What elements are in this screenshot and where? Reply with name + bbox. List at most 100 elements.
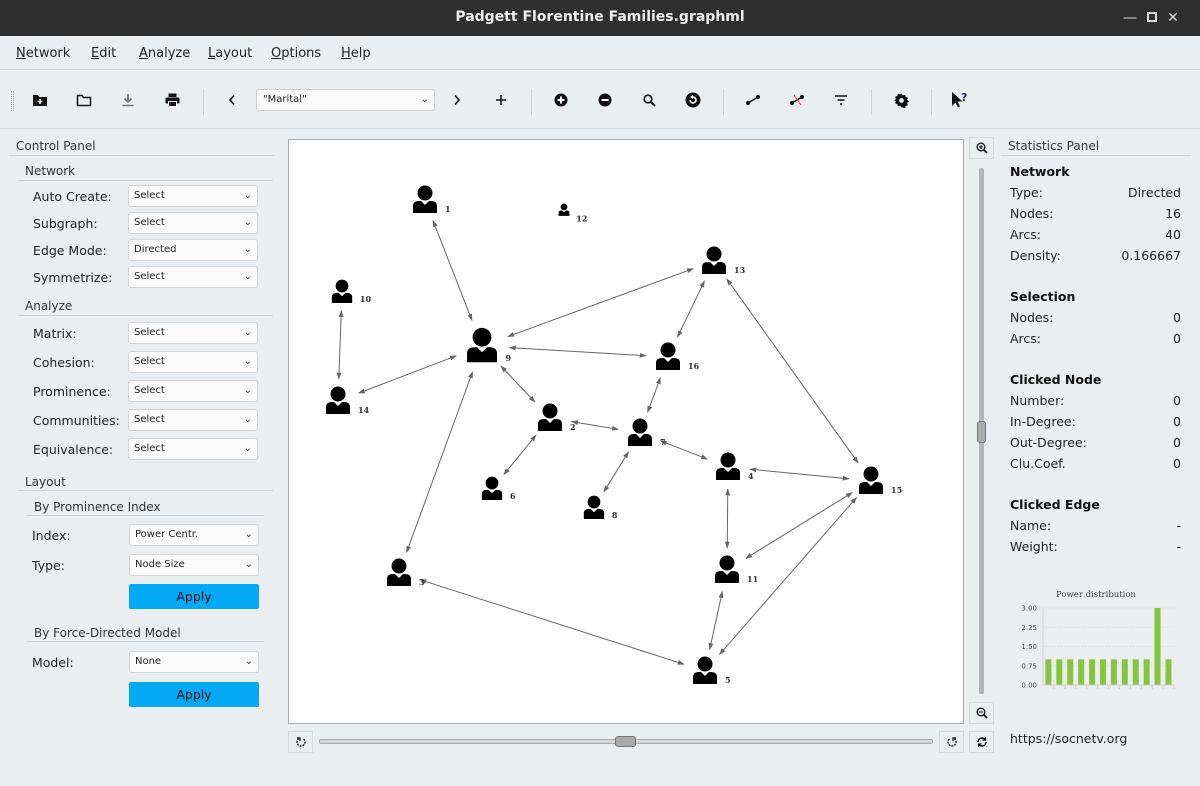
menu-analyze[interactable]: Analyze	[139, 46, 190, 61]
prominence-select[interactable]: Select ⌄	[128, 380, 258, 402]
reset-icon	[976, 737, 987, 747]
node-4[interactable]	[716, 452, 740, 481]
node-15[interactable]	[859, 466, 883, 495]
add-edge-button[interactable]	[740, 88, 766, 112]
equivalence-select[interactable]: Select ⌄	[128, 438, 258, 460]
zoom-out-button[interactable]	[592, 88, 618, 112]
whats-this-button[interactable]: ?	[947, 88, 973, 112]
node-label-7: 7	[660, 437, 666, 447]
filter-icon	[835, 95, 847, 105]
graph-canvas[interactable]: 1 2 3 4 5 6 7 8 9 10 11 12 13 14 15 16	[288, 139, 964, 724]
select-value: Node Size	[135, 559, 185, 570]
rotate-right-button[interactable]	[939, 731, 964, 753]
print-button[interactable]	[159, 88, 185, 112]
edge-7-4[interactable]	[659, 440, 709, 460]
previous-relation-button[interactable]	[219, 88, 245, 112]
edge-3-5[interactable]	[419, 579, 685, 665]
chart-bar	[1110, 659, 1117, 685]
edge-9-16[interactable]	[508, 345, 647, 358]
stat-density-value: 0.166667	[1121, 248, 1181, 263]
menu-help[interactable]: Help	[341, 46, 371, 61]
node-12[interactable]	[558, 203, 570, 216]
remove-edge-button[interactable]	[784, 88, 810, 112]
type-select[interactable]: Node Size ⌄	[129, 554, 259, 576]
node-1[interactable]	[413, 185, 437, 214]
edge-9-3[interactable]	[406, 371, 474, 553]
edge-13-16[interactable]	[677, 280, 705, 338]
node-13[interactable]	[702, 246, 726, 275]
node-3[interactable]	[387, 558, 411, 587]
node-label-9: 9	[506, 353, 512, 363]
select-value: Select	[134, 217, 165, 228]
open-button[interactable]	[71, 88, 97, 112]
matrix-select[interactable]: Select ⌄	[128, 322, 258, 344]
index-select[interactable]: Power Centr. ⌄	[129, 524, 259, 546]
edge-4-11[interactable]	[724, 488, 731, 549]
close-icon[interactable]: ✕	[1163, 8, 1183, 28]
add-relation-button[interactable]	[488, 88, 514, 112]
rotate-left-button[interactable]	[288, 731, 313, 753]
menu-layout[interactable]: Layout	[208, 46, 252, 61]
edge-2-6[interactable]	[503, 434, 537, 476]
menu-options[interactable]: Options	[271, 46, 321, 61]
zoom-in-button[interactable]	[548, 88, 574, 112]
save-button[interactable]	[115, 88, 141, 112]
node-14[interactable]	[326, 386, 350, 415]
node-7[interactable]	[628, 418, 652, 447]
reset-view-button[interactable]	[969, 731, 994, 753]
find-node-button[interactable]	[636, 88, 662, 112]
edge-11-5[interactable]	[708, 590, 724, 651]
edge-10-14[interactable]	[336, 309, 344, 380]
edge-16-7[interactable]	[647, 376, 661, 414]
stat-arcs-label: Arcs:	[1010, 227, 1042, 242]
settings-button[interactable]	[888, 88, 914, 112]
toolbar-grip[interactable]	[11, 91, 14, 111]
edge-9-14[interactable]	[357, 355, 457, 394]
website-link[interactable]: https://socnetv.org	[1010, 731, 1127, 746]
node-9[interactable]	[467, 327, 497, 363]
node-2[interactable]	[538, 403, 562, 432]
relation-select[interactable]: "Marital" ⌄	[256, 89, 435, 111]
edge-mode-select[interactable]: Directed ⌄	[128, 239, 258, 261]
node-8[interactable]	[583, 495, 605, 520]
menu-network[interactable]: Network	[16, 46, 70, 61]
next-relation-button[interactable]	[444, 88, 470, 112]
edge-11-15[interactable]	[745, 492, 853, 559]
zoom-out-button-side[interactable]	[969, 702, 994, 724]
rotate-right-icon	[946, 737, 957, 747]
minimize-icon[interactable]: —	[1120, 8, 1140, 28]
edge-2-7[interactable]	[571, 420, 619, 431]
apply-prominence-button[interactable]: Apply	[129, 584, 259, 609]
filter-button[interactable]	[828, 88, 854, 112]
cohesion-select[interactable]: Select ⌄	[128, 351, 258, 373]
edge-5-15[interactable]	[719, 497, 857, 655]
edge-9-13[interactable]	[507, 268, 695, 338]
zoom-slider-handle[interactable]	[977, 421, 986, 443]
zoom-in-button-side[interactable]	[969, 137, 994, 159]
edge-1-9[interactable]	[432, 219, 473, 322]
rotate-button[interactable]	[680, 88, 706, 112]
symmetrize-select[interactable]: Select ⌄	[128, 266, 258, 288]
auto-create-select[interactable]: Select ⌄	[128, 185, 258, 207]
node-11[interactable]	[715, 555, 739, 584]
communities-select[interactable]: Select ⌄	[128, 409, 258, 431]
node-6[interactable]	[481, 476, 503, 501]
maximize-icon[interactable]	[1142, 8, 1162, 28]
node-10[interactable]	[331, 279, 353, 304]
node-5[interactable]	[693, 656, 717, 685]
save-download-icon	[122, 94, 134, 107]
auto-create-label: Auto Create:	[33, 189, 112, 204]
rotation-slider-handle[interactable]	[615, 736, 636, 747]
node-16[interactable]	[656, 342, 680, 371]
chart-bar	[1067, 659, 1074, 685]
model-select[interactable]: None ⌄	[129, 651, 259, 673]
edge-4-15[interactable]	[749, 467, 850, 481]
menu-edit[interactable]: Edit	[91, 46, 116, 61]
edge-13-15[interactable]	[726, 278, 859, 464]
graph-svg[interactable]: 12345678910111213141516	[289, 140, 965, 725]
edge-7-8[interactable]	[603, 451, 629, 493]
subgraph-select[interactable]: Select ⌄	[128, 212, 258, 234]
new-network-button[interactable]	[27, 88, 53, 112]
apply-force-button[interactable]: Apply	[129, 682, 259, 707]
edge-9-2[interactable]	[500, 365, 536, 403]
